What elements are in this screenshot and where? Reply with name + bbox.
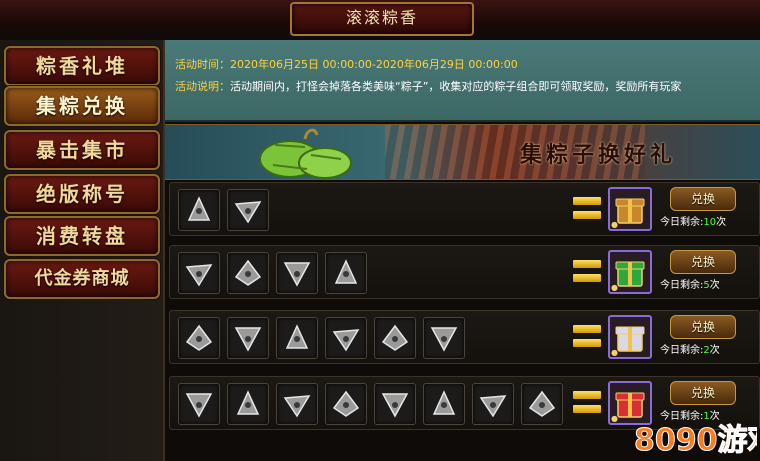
- exchange-row: ● 兑换今日剩余:2次: [169, 310, 760, 364]
- banner-title: 集粽子换好礼: [520, 142, 677, 168]
- zongzi-icon: [528, 390, 556, 417]
- site-watermark-logo: 8090游戏: [634, 423, 758, 459]
- zongzi-icon: [285, 324, 309, 349]
- remaining-value: 10: [703, 217, 717, 228]
- zongzi-icon: [430, 327, 458, 352]
- equals-icon: [573, 325, 601, 349]
- exchange-button[interactable]: 兑换: [670, 381, 736, 405]
- remaining-prefix: 今日剩余:: [660, 217, 704, 228]
- zongzi-ingredient-slot[interactable]: [374, 317, 416, 359]
- zongzi-ingredient-slot[interactable]: [521, 383, 563, 425]
- activity-info-panel: 活动时间：2020年06月25日 00:00:00-2020年06月29日 00…: [165, 40, 760, 122]
- sidebar-item-collect-exchange[interactable]: 集粽兑换: [4, 86, 160, 126]
- exchange-button[interactable]: 兑换: [670, 187, 736, 211]
- zongzi-icon: [283, 395, 311, 418]
- sidebar-item-crit-market[interactable]: 暴击集市: [4, 130, 160, 170]
- zongzi-icon: [332, 390, 360, 417]
- zongzi-icon: [234, 327, 262, 352]
- zongzi-icon: [234, 201, 262, 224]
- green-gift-box-icon[interactable]: ●: [608, 250, 652, 294]
- remaining-suffix: 次: [709, 345, 720, 356]
- title-bar: 滚滚粽香: [0, 0, 760, 40]
- zongzi-ingredient-slot[interactable]: [227, 189, 269, 231]
- remaining-count: 今日剩余:10次: [660, 213, 726, 228]
- page-title: 滚滚粽香: [290, 2, 474, 36]
- watermark-text: 8090游戏: [634, 423, 757, 458]
- exchange-row: ● 兑换今日剩余:10次: [169, 182, 760, 236]
- remaining-suffix: 次: [709, 280, 720, 291]
- zongzi-icon: [185, 264, 213, 287]
- exchange-row: ● 兑换今日剩余:5次: [169, 245, 760, 299]
- zongzi-icon: [234, 259, 262, 286]
- sidebar: 粽香礼堆 集粽兑换 暴击集市 绝版称号 消费转盘 代金券商城: [0, 40, 165, 461]
- zongzi-icon: [236, 390, 260, 415]
- remaining-count: 今日剩余:5次: [660, 276, 720, 291]
- activity-time-label: 活动时间：: [175, 58, 230, 71]
- zongzi-icon: [332, 329, 360, 352]
- zongzi-icon: [283, 262, 311, 287]
- zongzi-ingredient-slot[interactable]: [227, 252, 269, 294]
- remaining-prefix: 今日剩余:: [660, 345, 704, 356]
- activity-time-line: 活动时间：2020年06月25日 00:00:00-2020年06月29日 00…: [175, 56, 518, 72]
- activity-time-value: 2020年06月25日 00:00:00-2020年06月29日 00:00:0…: [230, 58, 518, 71]
- zongzi-icon: [432, 390, 456, 415]
- event-banner: 集粽子换好礼: [165, 124, 760, 180]
- equals-icon: [573, 197, 601, 221]
- remaining-prefix: 今日剩余:: [660, 280, 704, 291]
- zongzi-icon: [334, 259, 358, 284]
- remaining-count: 今日剩余:2次: [660, 341, 720, 356]
- remaining-suffix: 次: [716, 217, 727, 228]
- zongzi-ingredient-slot[interactable]: [423, 317, 465, 359]
- zongzi-icon: [187, 196, 211, 221]
- zongzi-icon: [185, 393, 213, 418]
- sidebar-item-spend-wheel[interactable]: 消费转盘: [4, 216, 160, 256]
- zongzi-ingredient-slot[interactable]: [227, 383, 269, 425]
- sidebar-item-zongxiang-gift[interactable]: 粽香礼堆: [4, 46, 160, 86]
- zongzi-icon: [479, 395, 507, 418]
- activity-desc-line: 活动说明：活动期间内，打怪会掉落各类美味“粽子”，收集对应的粽子组合即可领取奖励…: [175, 78, 681, 94]
- zongzi-ingredient-slot[interactable]: [472, 383, 514, 425]
- zongzi-ingredient-slot[interactable]: [178, 383, 220, 425]
- zongzi-icon: [185, 324, 213, 351]
- equals-icon: [573, 260, 601, 284]
- zongzi-ingredient-slot[interactable]: [227, 317, 269, 359]
- zongzi-ingredient-slot[interactable]: [276, 383, 318, 425]
- zongzi-ingredient-slot[interactable]: [276, 252, 318, 294]
- lock-icon: ●: [611, 414, 618, 423]
- zongzi-ingredient-slot[interactable]: [325, 383, 367, 425]
- lock-icon: ●: [611, 348, 618, 357]
- zongzi-ingredient-slot[interactable]: [276, 317, 318, 359]
- silver-gift-box-icon[interactable]: ●: [608, 315, 652, 359]
- zongzi-icon: [381, 324, 409, 351]
- zongzi-ingredient-slot[interactable]: [178, 189, 220, 231]
- lock-icon: ●: [611, 220, 618, 229]
- exchange-button[interactable]: 兑换: [670, 250, 736, 274]
- sidebar-item-exclusive-title[interactable]: 绝版称号: [4, 174, 160, 214]
- zongzi-ingredient-slot[interactable]: [325, 317, 367, 359]
- zongzi-ingredient-slot[interactable]: [178, 317, 220, 359]
- zongzi-ingredient-slot[interactable]: [423, 383, 465, 425]
- lock-icon: ●: [611, 283, 618, 292]
- zongzi-bundle-icon: [259, 128, 352, 179]
- zongzi-ingredient-slot[interactable]: [325, 252, 367, 294]
- equals-icon: [573, 391, 601, 415]
- zongzi-icon: [381, 393, 409, 418]
- zongzi-ingredient-slot[interactable]: [178, 252, 220, 294]
- treasure-chest-icon[interactable]: ●: [608, 187, 652, 231]
- activity-desc-label: 活动说明：: [175, 80, 230, 93]
- activity-desc-value: 活动期间内，打怪会掉落各类美味“粽子”，收集对应的粽子组合即可领取奖励，奖励所有…: [230, 80, 682, 93]
- zongzi-ingredient-slot[interactable]: [374, 383, 416, 425]
- sidebar-item-voucher-mall[interactable]: 代金券商城: [4, 259, 160, 299]
- exchange-button[interactable]: 兑换: [670, 315, 736, 339]
